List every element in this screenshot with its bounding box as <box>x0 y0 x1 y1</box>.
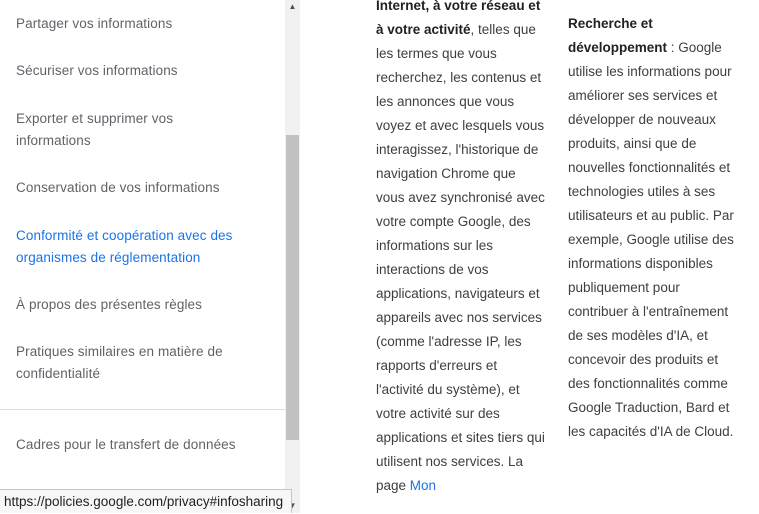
sidebar-nav: Partager vos informations Sécuriser vos … <box>0 0 285 513</box>
content-column-right: Recherche et développement : Google util… <box>568 12 740 444</box>
sidebar-item-partager[interactable]: Partager vos informations <box>16 13 261 35</box>
sidebar-divider <box>0 409 285 410</box>
content-column-left: Internet, à votre réseau et à votre acti… <box>376 0 546 498</box>
status-bar-url: https://policies.google.com/privacy#info… <box>0 489 293 513</box>
sidebar-item-pratiques[interactable]: Pratiques similaires en matière de confi… <box>16 341 256 384</box>
sidebar-item-exporter[interactable]: Exporter et supprimer vos informations <box>16 108 216 151</box>
my-activity-link[interactable]: Mon <box>410 478 436 493</box>
sidebar-item-cadres[interactable]: Cadres pour le transfert de données <box>16 434 261 456</box>
sidebar-item-securiser[interactable]: Sécuriser vos informations <box>16 60 261 82</box>
left-column-text: , telles que les termes que vous recherc… <box>376 22 545 493</box>
sidebar-item-a-propos[interactable]: À propos des présentes règles <box>16 294 261 316</box>
sidebar-scrollbar[interactable]: ▲ ▼ <box>285 0 300 513</box>
right-column-bold-lead: Recherche et développement <box>568 16 668 55</box>
right-column-text: : Google utilise les informations pour a… <box>568 40 734 439</box>
scroll-up-arrow-icon[interactable]: ▲ <box>285 0 300 14</box>
sidebar-item-conservation[interactable]: Conservation de vos informations <box>16 177 261 199</box>
scrollbar-thumb[interactable] <box>286 135 299 440</box>
sidebar-item-conformite[interactable]: Conformité et coopération avec des organ… <box>16 225 266 268</box>
